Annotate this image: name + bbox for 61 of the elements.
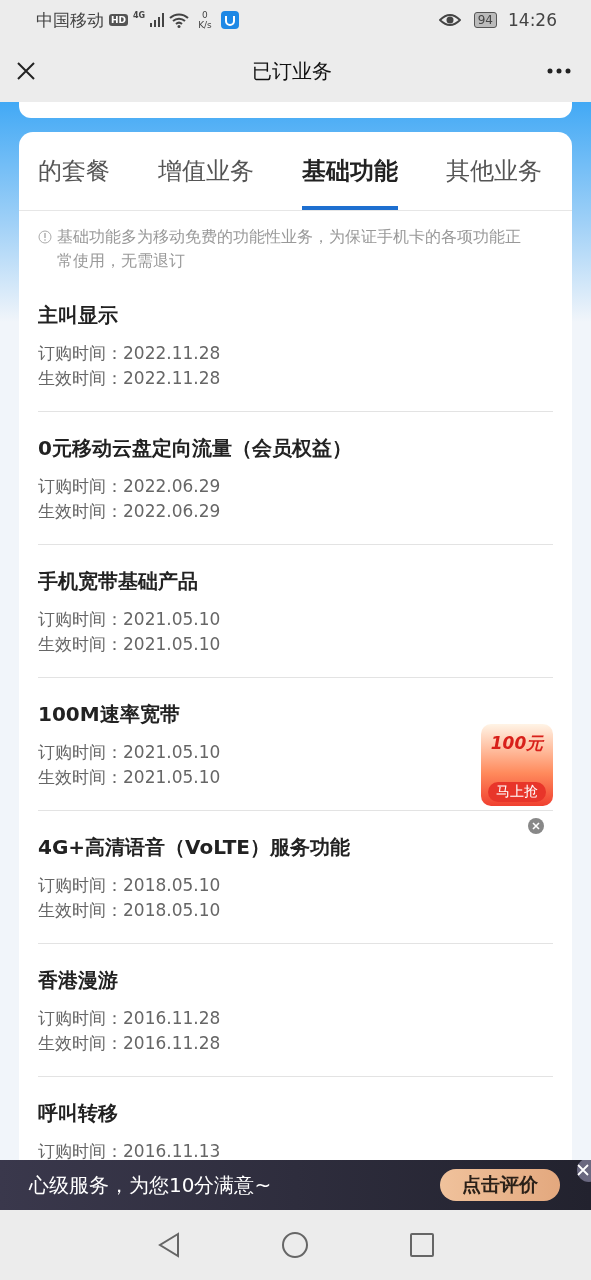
eye-icon [438,13,461,27]
promo-action: 马上抢 [488,782,546,802]
banner-text: 心级服务，为您10分满意~ [29,1171,272,1199]
wifi-icon [169,12,190,28]
tab[interactable]: 增值业务 [158,132,254,210]
promo-amount: 100元 [490,732,544,755]
signal-icon [150,13,165,27]
service-name: 主叫显示 [38,302,119,329]
date-value: 2016.11.28 [123,1033,221,1053]
home-icon[interactable] [281,1232,308,1258]
notice-text: 基础功能多为移动免费的功能性业务，为保证手机卡的各项功能正常使用，无需退订 [57,226,522,272]
date-value: 2021.05.10 [123,609,221,629]
service-name: 4G+高清语音（VoLTE）服务功能 [38,834,351,861]
back-icon[interactable] [157,1232,180,1258]
date-value: 2016.11.28 [123,1008,221,1028]
network-type: 4G [133,11,146,20]
date-label: 订购时间： [38,742,123,762]
date-value: 2022.06.29 [123,501,221,521]
info-icon [38,230,52,244]
date-label: 订购时间： [38,1141,123,1160]
carrier-name: 中国移动 [36,8,104,32]
tab[interactable]: 的套餐 [38,132,110,210]
recents-icon[interactable] [409,1233,434,1257]
tab[interactable]: 基础功能 [302,132,398,210]
more-icon[interactable] [547,68,571,74]
date-label: 生效时间： [38,767,123,787]
date-value: 2018.05.10 [123,875,221,895]
hd-badge: HD [109,14,128,26]
date-label: 生效时间： [38,634,123,654]
battery-level: 94 [473,12,497,28]
service-name: 呼叫转移 [38,1100,119,1127]
rate-button[interactable]: 点击评价 [440,1169,560,1201]
service-name: 100M速率宽带 [38,701,181,728]
date-value: 2022.11.28 [123,343,221,363]
date-label: 订购时间： [38,875,123,895]
date-label: 生效时间： [38,368,123,388]
date-label: 生效时间： [38,501,123,521]
date-label: 订购时间： [38,1008,123,1028]
service-name: 香港漫游 [38,967,119,994]
date-value: 2021.05.10 [123,767,221,787]
date-label: 生效时间： [38,1033,123,1053]
date-label: 生效时间： [38,900,123,920]
date-value: 2021.05.10 [123,634,221,654]
date-value: 2021.05.10 [123,742,221,762]
date-label: 订购时间： [38,476,123,496]
tab[interactable]: 其他业务 [446,132,542,210]
speed-unit: K/s [198,20,212,30]
date-value: 2022.06.29 [123,476,221,496]
date-value: 2016.11.13 [123,1141,221,1160]
date-value: 2018.05.10 [123,900,221,920]
date-value: 2022.11.28 [123,368,221,388]
promo-badge[interactable]: 100元 马上抢 [481,724,553,806]
close-icon[interactable] [16,61,36,81]
date-label: 订购时间： [38,343,123,363]
service-name: 手机宽带基础产品 [38,568,199,595]
date-label: 订购时间： [38,609,123,629]
page-title: 已订业务 [251,57,332,85]
clock: 14:26 [508,10,557,30]
speed-value: 0 [202,10,208,20]
app-notification-icon [220,11,239,29]
service-name: 0元移动云盘定向流量（会员权益） [38,435,353,462]
